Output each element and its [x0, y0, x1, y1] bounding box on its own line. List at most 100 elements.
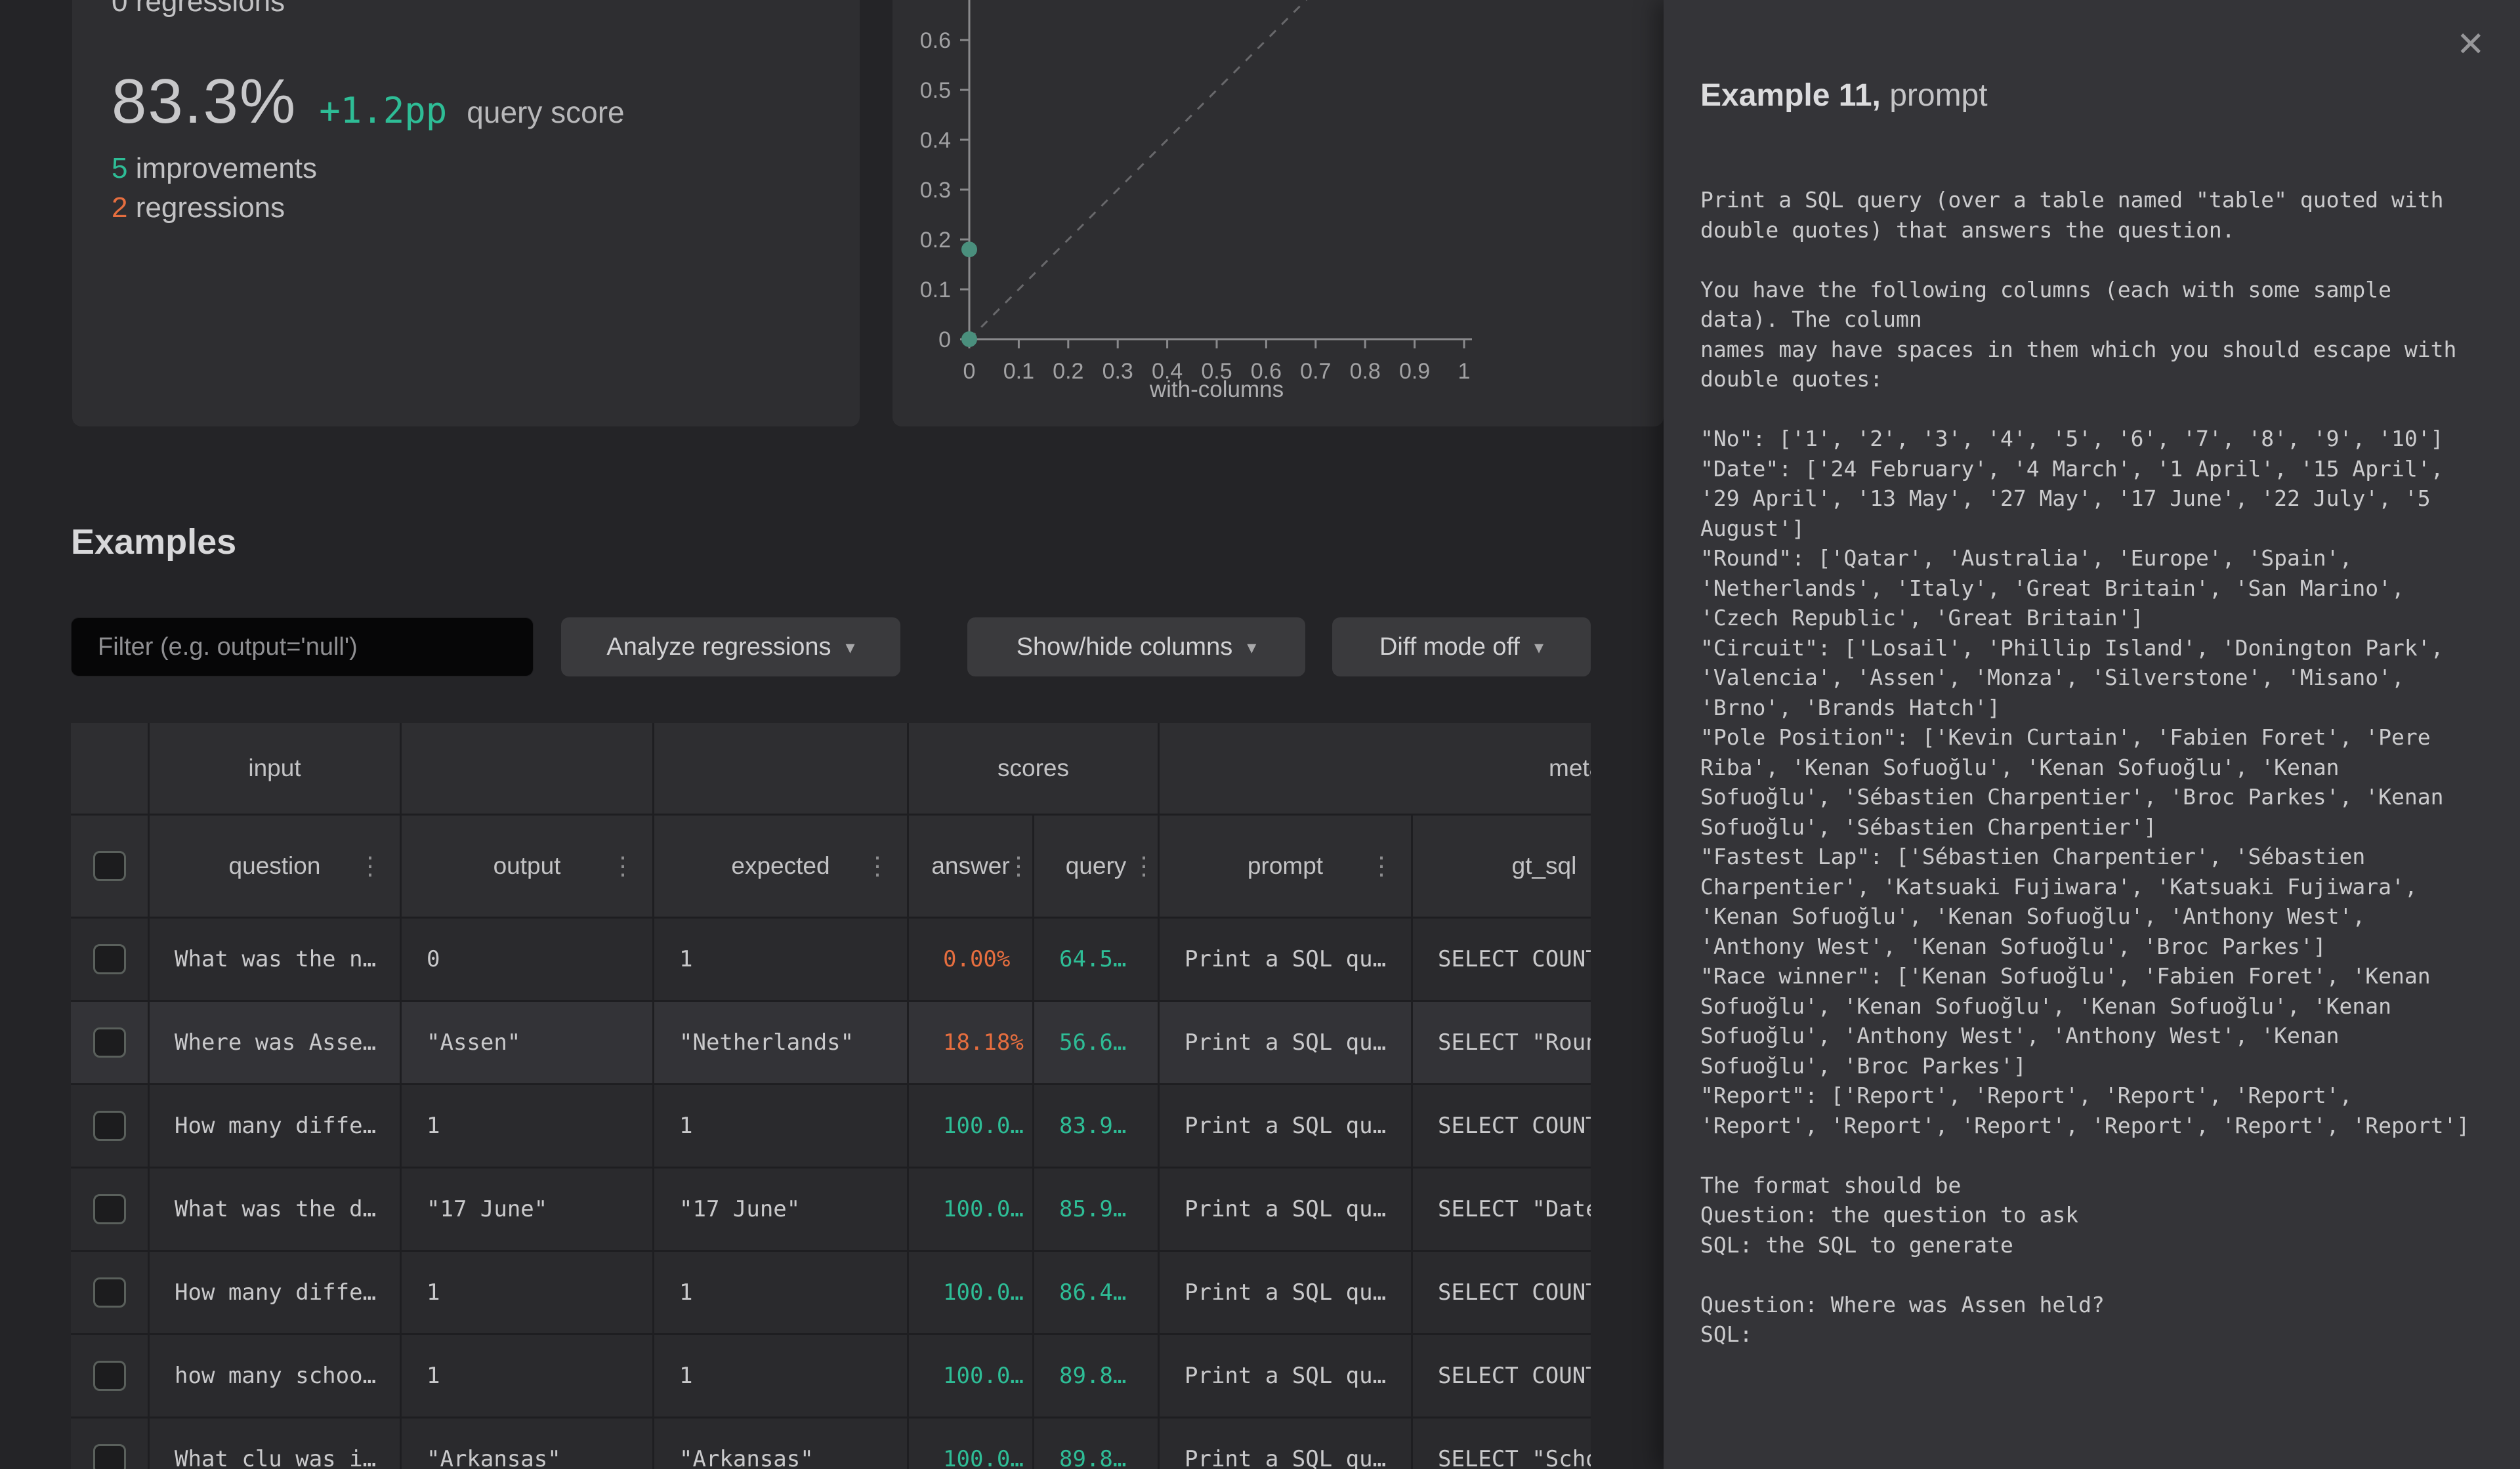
query-score-cell: 83.9…: [1034, 1113, 1126, 1139]
prompt-cell: Print a SQL qu…: [1160, 1363, 1386, 1389]
svg-text:0.7: 0.7: [1300, 359, 1331, 384]
question-header-label: question: [229, 852, 321, 880]
table-row[interactable]: What was the n… 0 1 0.00% 64.5… Print a …: [71, 919, 1591, 1002]
output-cell: "Assen": [402, 1029, 520, 1056]
expected-cell: 1: [654, 1279, 692, 1306]
output-cell: 1: [402, 1113, 440, 1139]
previous-metric-regressions: 0 regressions: [112, 0, 285, 18]
column-header-query[interactable]: query ⋮: [1034, 816, 1160, 917]
scatter-plot: 00.10.20.30.40.50.60.70.80.9100.10.20.30…: [892, 0, 1664, 426]
examples-table: input scores metadata question ⋮ output …: [71, 723, 1591, 1469]
chevron-down-icon: ▾: [1247, 636, 1256, 658]
kebab-menu-icon[interactable]: ⋮: [610, 852, 635, 881]
output-header-label: output: [494, 852, 561, 880]
svg-text:0.8: 0.8: [1350, 359, 1381, 384]
close-icon[interactable]: ✕: [2456, 28, 2485, 62]
row-checkbox[interactable]: [93, 944, 126, 974]
column-header-gt-sql[interactable]: gt_sql: [1413, 816, 1591, 917]
query-score-cell: 64.5…: [1034, 946, 1126, 972]
svg-text:0: 0: [963, 359, 976, 384]
gt-sql-cell: SELECT COUNT: [1413, 1363, 1591, 1389]
diff-mode-button[interactable]: Diff mode off ▾: [1332, 617, 1591, 676]
row-checkbox[interactable]: [93, 1111, 126, 1141]
kebab-menu-icon[interactable]: ⋮: [1131, 852, 1156, 881]
svg-text:0.1: 0.1: [1003, 359, 1034, 384]
svg-text:0.1: 0.1: [920, 278, 951, 302]
table-row[interactable]: how many schoo… 1 1 100.0… 89.8… Print a…: [71, 1335, 1591, 1418]
example-detail-panel: ✕ Example 11, prompt Print a SQL query (…: [1664, 0, 2520, 1469]
panel-title: Example 11, prompt: [1700, 77, 1988, 114]
prompt-cell: Print a SQL qu…: [1160, 1029, 1386, 1056]
kebab-menu-icon[interactable]: ⋮: [358, 852, 383, 881]
expected-header-label: expected: [731, 852, 830, 880]
table-row[interactable]: What was the d… "17 June" "17 June" 100.…: [71, 1169, 1591, 1252]
row-checkbox[interactable]: [93, 1361, 126, 1391]
question-cell: How many diffe…: [150, 1113, 376, 1139]
select-all-checkbox[interactable]: [93, 851, 126, 881]
svg-text:0: 0: [938, 327, 951, 352]
svg-text:1: 1: [1458, 359, 1471, 384]
answer-score-cell: 100.0…: [909, 1113, 1024, 1139]
column-header-answer[interactable]: answer ⋮: [909, 816, 1034, 917]
examples-heading: Examples: [71, 522, 236, 562]
group-header-scores: scores: [909, 723, 1160, 814]
gt-sql-header-label: gt_sql: [1512, 852, 1577, 880]
column-header-question[interactable]: question ⋮: [150, 816, 402, 917]
group-cell-empty: [71, 723, 150, 814]
expected-cell: "17 June": [654, 1196, 800, 1222]
answer-header-label: answer: [931, 852, 1009, 880]
panel-title-field: prompt: [1881, 78, 1988, 113]
table-row-selected[interactable]: Where was Asse… "Assen" "Netherlands" 18…: [71, 1002, 1591, 1085]
question-cell: how many schoo…: [150, 1363, 376, 1389]
analyze-regressions-label: Analyze regressions: [606, 633, 831, 661]
filter-input[interactable]: [71, 617, 534, 676]
chevron-down-icon: ▾: [846, 636, 855, 658]
group-label-scores: scores: [998, 755, 1069, 782]
column-header-row: question ⋮ output ⋮ expected ⋮ answer ⋮ …: [71, 816, 1591, 919]
output-cell: "Arkansas": [402, 1446, 561, 1469]
gt-sql-cell: SELECT "Date: [1413, 1196, 1591, 1222]
output-cell: 1: [402, 1363, 440, 1389]
kebab-menu-icon[interactable]: ⋮: [865, 852, 890, 881]
answer-score-cell: 100.0…: [909, 1196, 1024, 1222]
summary-stats-card: 0 regressions 83.3%+1.2ppquery score 5 i…: [72, 0, 860, 426]
kebab-menu-icon[interactable]: ⋮: [1369, 852, 1394, 881]
kebab-menu-icon[interactable]: ⋮: [1006, 852, 1031, 881]
question-cell: What was the n…: [150, 946, 376, 972]
analyze-regressions-button[interactable]: Analyze regressions ▾: [561, 617, 900, 676]
expected-cell: "Arkansas": [654, 1446, 814, 1469]
column-header-expected[interactable]: expected ⋮: [654, 816, 909, 917]
gt-sql-cell: SELECT COUNT: [1413, 1113, 1591, 1139]
answer-score-cell: 18.18%: [909, 1029, 1024, 1056]
svg-text:0.3: 0.3: [1102, 359, 1133, 384]
expected-cell: 1: [654, 946, 692, 972]
gt-sql-cell: SELECT "Roun: [1413, 1029, 1591, 1056]
query-score-value: 83.3%: [112, 66, 297, 136]
column-header-prompt[interactable]: prompt ⋮: [1160, 816, 1413, 917]
svg-text:0.6: 0.6: [920, 28, 951, 53]
column-header-output[interactable]: output ⋮: [402, 816, 654, 917]
question-cell: What clu was i…: [150, 1446, 376, 1469]
row-checkbox[interactable]: [93, 1194, 126, 1224]
row-checkbox[interactable]: [93, 1027, 126, 1058]
query-score-cell: 86.4…: [1034, 1279, 1126, 1306]
prompt-cell: Print a SQL qu…: [1160, 1113, 1386, 1139]
score-scatter-card: 00.10.20.30.40.50.60.70.80.9100.10.20.30…: [892, 0, 1664, 426]
svg-text:0.3: 0.3: [920, 178, 951, 203]
improvements-line: 5 improvements: [112, 152, 317, 185]
group-cell-empty: [402, 723, 654, 814]
svg-text:0.5: 0.5: [920, 78, 951, 103]
table-row[interactable]: What clu was i… "Arkansas" "Arkansas" 10…: [71, 1418, 1591, 1469]
table-row[interactable]: How many diffe… 1 1 100.0… 86.4… Print a…: [71, 1252, 1591, 1335]
show-hide-columns-button[interactable]: Show/hide columns ▾: [967, 617, 1305, 676]
table-row[interactable]: How many diffe… 1 1 100.0… 83.9… Print a…: [71, 1085, 1591, 1169]
output-cell: 1: [402, 1279, 440, 1306]
answer-score-cell: 0.00%: [909, 946, 1010, 972]
gt-sql-cell: SELECT "Scho: [1413, 1446, 1591, 1469]
expected-cell: 1: [654, 1363, 692, 1389]
show-hide-columns-label: Show/hide columns: [1017, 633, 1233, 661]
row-checkbox[interactable]: [93, 1444, 126, 1469]
row-checkbox[interactable]: [93, 1277, 126, 1308]
query-score-cell: 85.9…: [1034, 1196, 1126, 1222]
answer-score-cell: 100.0…: [909, 1446, 1024, 1469]
